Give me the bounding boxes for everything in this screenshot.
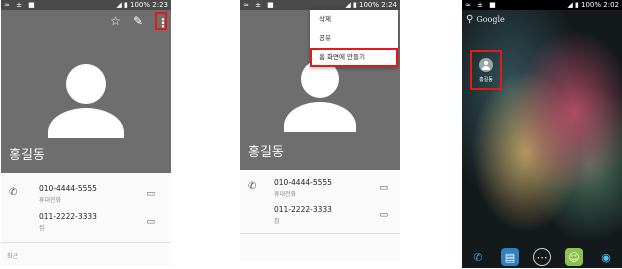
avatar bbox=[41, 64, 131, 144]
header-actions: ☆ ✎ ⋮ bbox=[110, 12, 169, 30]
home-screen: ≈ ± ■ ◢ ▮ 100% 2:02 ⚲ Google 홍길동 ✆ ▤ ⋯ ☺ … bbox=[462, 0, 622, 268]
phone-row-home[interactable]: 011-2222-3333 집 ▭ bbox=[240, 202, 400, 228]
phone-row-mobile[interactable]: ✆ 010-4444-5555 휴대전화 ▭ bbox=[1, 181, 171, 207]
menu-item-delete[interactable]: 삭제 bbox=[310, 10, 398, 29]
phone-row-mobile[interactable]: ✆ 010-4444-5555 휴대전화 ▭ bbox=[240, 175, 400, 201]
search-icon: ⚲ bbox=[466, 14, 474, 25]
overflow-menu-icon[interactable]: ⋮ bbox=[155, 12, 169, 30]
avatar-body bbox=[284, 102, 356, 132]
browser-icon[interactable]: ◉ bbox=[597, 248, 615, 266]
star-icon[interactable]: ☆ bbox=[110, 14, 121, 28]
contact-detail-screen: ≈ ± ■ ◢ ▮ 100% 2:23 ☆ ✎ ⋮ 홍길동 ✆ 010-4444… bbox=[1, 0, 171, 266]
menu-item-share[interactable]: 공유 bbox=[310, 29, 398, 48]
divider bbox=[240, 233, 400, 234]
messaging-icon[interactable]: ☺ bbox=[565, 248, 583, 266]
menu-item-add-to-home-screen[interactable]: 홈 화면에 만들기 bbox=[310, 48, 398, 67]
wallpaper bbox=[462, 10, 622, 268]
phone-icon: ✆ bbox=[9, 187, 18, 198]
contacts-icon[interactable]: ▤ bbox=[501, 248, 519, 266]
apps-icon[interactable]: ⋯ bbox=[533, 248, 551, 266]
message-icon[interactable]: ▭ bbox=[379, 183, 388, 193]
avatar-head bbox=[66, 64, 106, 104]
phone-icon: ✆ bbox=[248, 181, 257, 192]
recent-section-label: 최근 bbox=[7, 253, 19, 260]
phone-number: 010-4444-5555 bbox=[274, 178, 332, 187]
contact-name: 홍길동 bbox=[9, 148, 45, 163]
status-left-icons: ≈ ± ■ bbox=[465, 1, 498, 9]
status-right-info: ◢ ▮ 100% 2:24 bbox=[345, 1, 397, 9]
message-icon[interactable]: ▭ bbox=[379, 210, 388, 220]
avatar-body bbox=[48, 108, 124, 138]
status-bar: ≈ ± ■ ◢ ▮ 100% 2:02 bbox=[462, 0, 622, 10]
status-bar: ≈ ± ■ ◢ ▮ 100% 2:23 bbox=[1, 0, 171, 10]
contact-name: 홍길동 bbox=[248, 145, 284, 160]
search-text: Google bbox=[476, 15, 505, 24]
dock: ✆ ▤ ⋯ ☺ ◉ bbox=[462, 246, 622, 268]
overflow-menu: 삭제 공유 홈 화면에 만들기 bbox=[310, 10, 398, 67]
message-icon[interactable]: ▭ bbox=[146, 189, 155, 199]
google-search-bar[interactable]: ⚲ Google bbox=[466, 14, 505, 25]
divider bbox=[1, 242, 171, 243]
contact-avatar-icon bbox=[479, 58, 493, 72]
phone-row-home[interactable]: 011-2222-3333 집 ▭ bbox=[1, 209, 171, 235]
phone-number: 010-4444-5555 bbox=[39, 184, 97, 193]
phone-number: 011-2222-3333 bbox=[39, 212, 97, 221]
phone-type-label: 집 bbox=[274, 218, 280, 225]
phone-number: 011-2222-3333 bbox=[274, 205, 332, 214]
contact-shortcut[interactable]: 홍길동 bbox=[470, 50, 502, 90]
status-left-icons: ≈ ± ■ bbox=[243, 1, 276, 9]
phone-type-label: 휴대전화 bbox=[39, 197, 62, 204]
phone-type-label: 집 bbox=[39, 225, 45, 232]
message-icon[interactable]: ▭ bbox=[146, 217, 155, 227]
shortcut-label: 홍길동 bbox=[479, 77, 493, 83]
avatar bbox=[277, 60, 363, 140]
edit-icon[interactable]: ✎ bbox=[133, 14, 143, 28]
status-left-icons: ≈ ± ■ bbox=[4, 1, 37, 9]
status-bar: ≈ ± ■ ◢ ▮ 100% 2:24 bbox=[240, 0, 400, 10]
phone-icon[interactable]: ✆ bbox=[469, 248, 487, 266]
contact-detail-menu-screen: ≈ ± ■ ◢ ▮ 100% 2:24 홍길동 삭제 공유 홈 화면에 만들기 … bbox=[240, 0, 400, 262]
status-right-info: ◢ ▮ 100% 2:02 bbox=[567, 1, 619, 9]
status-right-info: ◢ ▮ 100% 2:23 bbox=[116, 1, 168, 9]
phone-type-label: 휴대전화 bbox=[274, 191, 297, 198]
contact-header: ☆ ✎ ⋮ 홍길동 bbox=[1, 10, 171, 173]
